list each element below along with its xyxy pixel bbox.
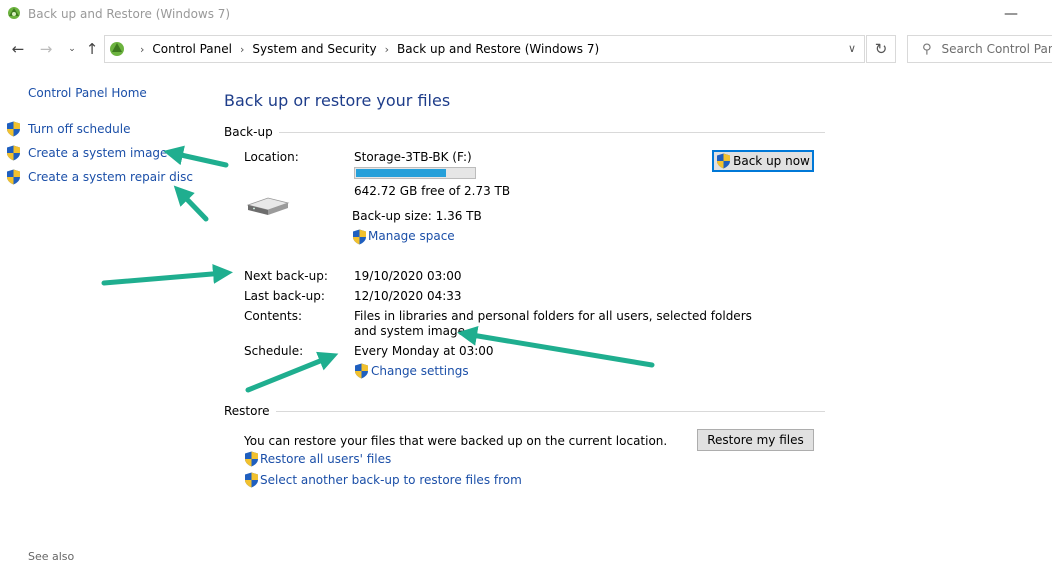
restore-section-divider xyxy=(224,411,825,412)
back-up-now-label: Back up now xyxy=(733,154,810,168)
next-backup-label: Next back-up: xyxy=(244,269,328,283)
arrow-to-schedule xyxy=(245,351,339,393)
backup-restore-app-icon xyxy=(8,7,20,19)
shield-icon xyxy=(717,153,731,169)
shield-icon xyxy=(7,169,20,185)
annotation-arrows-overlay xyxy=(101,145,655,393)
shield-icon xyxy=(245,472,258,488)
arrow-to-next-backup xyxy=(101,263,233,286)
schedule-value: Every Monday at 03:00 xyxy=(354,344,494,358)
minimize-button[interactable]: — xyxy=(988,0,1034,28)
breadcrumb-separator: › xyxy=(239,42,245,56)
arrow-to-create-system-image xyxy=(163,145,229,168)
free-space-text: 642.72 GB free of 2.73 TB xyxy=(354,184,511,198)
refresh-icon[interactable]: ↻ xyxy=(866,35,896,63)
backup-section-label: Back-up xyxy=(224,125,279,139)
breadcrumb-system-and-security[interactable]: System and Security xyxy=(252,42,376,56)
control-panel-home-link[interactable]: Control Panel Home xyxy=(28,86,147,100)
arrow-to-create-repair-disc xyxy=(173,185,209,222)
search-icon: ⚲ xyxy=(922,41,932,57)
recent-locations-chevron-icon[interactable]: ⌄ xyxy=(62,38,82,60)
last-backup-value: 12/10/2020 04:33 xyxy=(354,289,462,303)
drive-space-progress-bar xyxy=(354,167,476,179)
shield-icon xyxy=(355,363,368,379)
contents-label: Contents: xyxy=(244,309,303,323)
schedule-label: Schedule: xyxy=(244,344,304,358)
breadcrumb-separator: › xyxy=(140,42,145,56)
manage-space-link[interactable]: Manage space xyxy=(368,229,455,243)
page-title: Back up or restore your files xyxy=(224,91,451,110)
shield-icon xyxy=(7,145,20,161)
back-up-now-button[interactable]: Back up now xyxy=(712,150,814,172)
shield-icon xyxy=(245,451,258,467)
see-also-heading: See also xyxy=(28,550,75,563)
forward-arrow-icon[interactable]: → xyxy=(36,38,56,60)
arrow-to-contents xyxy=(457,325,655,368)
restore-section-label: Restore xyxy=(224,404,276,418)
restore-all-users-files-link[interactable]: Restore all users' files xyxy=(260,452,391,466)
location-value: Storage-3TB-BK (F:) xyxy=(354,150,472,164)
hard-drive-icon xyxy=(246,197,290,215)
select-another-backup-link[interactable]: Select another back-up to restore files … xyxy=(260,473,522,487)
create-system-repair-disc-link[interactable]: Create a system repair disc xyxy=(28,170,193,184)
control-panel-location-icon xyxy=(110,42,124,56)
contents-value-line2: and system image xyxy=(354,324,465,338)
change-settings-link[interactable]: Change settings xyxy=(371,364,469,378)
address-dropdown-chevron-icon[interactable]: ∨ xyxy=(842,35,862,63)
search-input[interactable]: ⚲ Search Control Panel xyxy=(907,35,1052,63)
backup-section-divider xyxy=(224,132,825,133)
backup-size-text: Back-up size: 1.36 TB xyxy=(352,209,482,223)
next-backup-value: 19/10/2020 03:00 xyxy=(354,269,462,283)
drive-space-progress-fill xyxy=(356,169,447,177)
last-backup-label: Last back-up: xyxy=(244,289,325,303)
location-label: Location: xyxy=(244,150,299,164)
maximize-button[interactable]: ☐ xyxy=(1034,0,1052,28)
breadcrumb-backup-restore[interactable]: Back up and Restore (Windows 7) xyxy=(397,42,599,56)
breadcrumb: › Control Panel › System and Security › … xyxy=(108,35,599,63)
turn-off-schedule-link[interactable]: Turn off schedule xyxy=(28,122,130,136)
shield-icon xyxy=(7,121,20,137)
shield-icon xyxy=(353,229,366,245)
breadcrumb-separator: › xyxy=(384,42,390,56)
restore-description: You can restore your files that were bac… xyxy=(244,434,668,448)
breadcrumb-control-panel[interactable]: Control Panel xyxy=(152,42,232,56)
back-arrow-icon[interactable]: ← xyxy=(8,38,28,60)
search-placeholder: Search Control Panel xyxy=(941,42,1052,56)
create-system-image-link[interactable]: Create a system image xyxy=(28,146,167,160)
restore-my-files-button[interactable]: Restore my files xyxy=(697,429,814,451)
restore-my-files-label: Restore my files xyxy=(707,433,804,447)
window-title: Back up and Restore (Windows 7) xyxy=(28,7,231,21)
contents-value-line1: Files in libraries and personal folders … xyxy=(354,309,752,323)
up-arrow-icon[interactable]: ↑ xyxy=(82,38,102,60)
